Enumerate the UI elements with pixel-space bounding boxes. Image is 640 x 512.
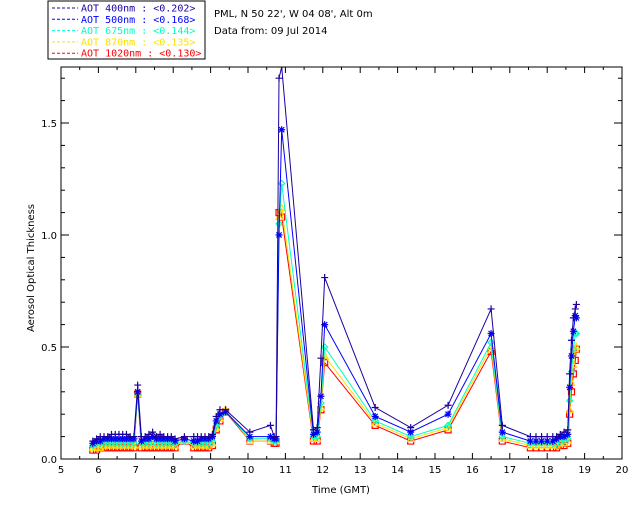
data-point <box>498 428 506 436</box>
chart-background <box>0 0 640 512</box>
x-tick-label: 10 <box>242 465 255 476</box>
x-tick-label: 6 <box>95 465 101 476</box>
y-axis-label: Aerosol Optical Thickness <box>26 204 37 332</box>
x-tick-label: 18 <box>541 465 554 476</box>
y-tick-label: 0.5 <box>41 343 57 354</box>
x-tick-label: 17 <box>503 465 516 476</box>
data-point <box>568 352 576 360</box>
x-tick-label: 19 <box>578 465 591 476</box>
legend-entry: AOT 675nm : <0.144> <box>81 26 195 37</box>
y-tick-label: 1.5 <box>41 119 57 130</box>
x-tick-label: 15 <box>429 465 442 476</box>
x-tick-label: 8 <box>170 465 176 476</box>
info-date: Data from: 09 Jul 2014 <box>214 26 327 37</box>
legend: AOT 400nm : <0.202>AOT 500nm : <0.168>AO… <box>47 0 206 60</box>
legend-entry: AOT 500nm : <0.168> <box>81 15 195 26</box>
x-tick-label: 5 <box>58 465 64 476</box>
x-tick-label: 11 <box>279 465 292 476</box>
info-location: PML, N 50 22', W 04 08', Alt 0m <box>214 9 373 20</box>
legend-entry: AOT 400nm : <0.202> <box>81 4 195 15</box>
legend-entry: AOT 870nm : <0.135> <box>81 37 195 48</box>
data-point <box>371 412 379 420</box>
x-tick-label: 13 <box>354 465 367 476</box>
legend-entry: AOT 1020nm : <0.130> <box>81 49 201 60</box>
x-tick-label: 20 <box>616 465 629 476</box>
x-tick-label: 14 <box>391 465 404 476</box>
y-tick-label: 1.0 <box>41 231 57 242</box>
data-point <box>278 126 286 134</box>
x-tick-label: 7 <box>133 465 139 476</box>
x-tick-label: 16 <box>466 465 479 476</box>
y-tick-label: 0.0 <box>41 455 57 466</box>
x-tick-label: 9 <box>207 465 213 476</box>
data-point <box>569 327 577 335</box>
x-tick-label: 12 <box>316 465 329 476</box>
data-point <box>444 410 452 418</box>
aot-chart: AOT 400nm : <0.202>AOT 500nm : <0.168>AO… <box>0 0 640 512</box>
data-point <box>275 231 283 239</box>
x-axis-label: Time (GMT) <box>311 485 370 496</box>
